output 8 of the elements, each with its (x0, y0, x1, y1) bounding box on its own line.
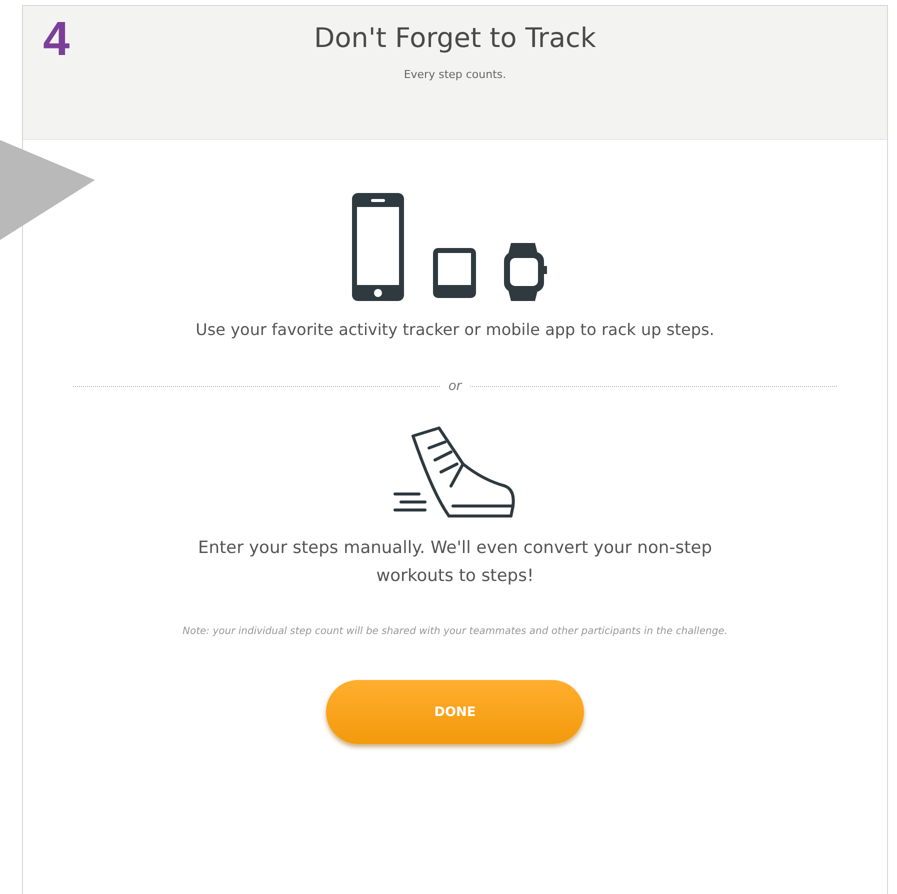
done-button[interactable]: DONE (326, 680, 584, 744)
option-description: Enter your steps manually. We'll even convert your non-step workouts to steps! (196, 537, 714, 588)
divider-label: or (448, 379, 462, 394)
dialog-subtitle: Every step counts. (402, 68, 508, 81)
option-description: Use your favorite activity tracker or mobile app to rack up steps. (194, 319, 716, 341)
step-number: 4 (42, 12, 71, 64)
privacy-note: Note: your individual step count will be shared with your teammates and other participants in the challenge. (181, 625, 729, 639)
dialog-title: Don't Forget to Track (314, 23, 596, 54)
